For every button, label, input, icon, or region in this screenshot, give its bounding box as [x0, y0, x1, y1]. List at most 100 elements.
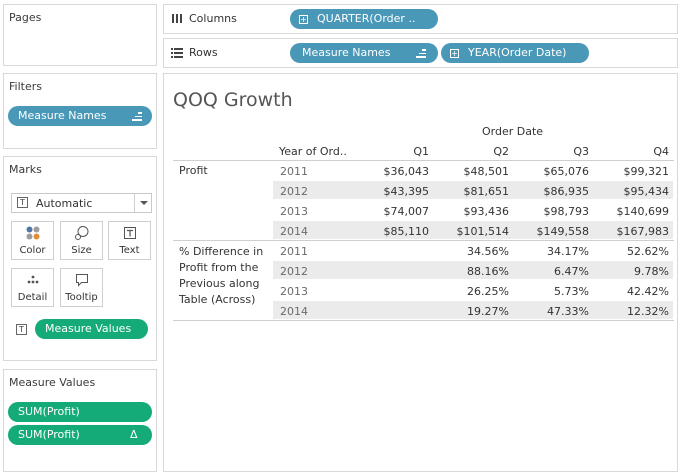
year-label[interactable]: 2012	[280, 185, 308, 198]
pct-diff-cell[interactable]: 12.32%	[601, 305, 669, 318]
tooltip-button[interactable]: Tooltip	[60, 268, 103, 307]
tooltip-button-label: Tooltip	[65, 292, 98, 303]
year-of-order-header[interactable]: Year of Ord..	[279, 145, 347, 158]
measure-name-label[interactable]: Profit	[179, 164, 208, 177]
profit-cell[interactable]: $36,043	[361, 165, 430, 178]
columns-pill-plus-icon: +	[299, 14, 308, 24]
profit-cell[interactable]: $101,514	[441, 225, 510, 238]
profit-cell[interactable]: $99,321	[601, 165, 670, 178]
measure-value-pill[interactable]: SUM(Profit) Δ	[8, 425, 152, 445]
tooltip-icon	[61, 272, 102, 288]
year-label[interactable]: 2013	[280, 205, 308, 218]
measure-name-label[interactable]: % Difference in Profit from the Previous…	[179, 244, 274, 308]
text-icon	[109, 225, 150, 241]
measure-name-line: % Difference in	[179, 245, 264, 258]
measure-name-line: Table (Across)	[179, 293, 256, 306]
text-button[interactable]: Text	[108, 221, 151, 260]
profit-cell[interactable]: $86,935	[521, 185, 590, 198]
pct-diff-cell[interactable]: 42.42%	[601, 285, 669, 298]
text-encoding-icon: T	[16, 324, 27, 335]
measure-values-title: Measure Values	[9, 376, 96, 389]
color-button[interactable]: Color	[11, 221, 54, 260]
sort-icon	[416, 49, 426, 58]
filter-pill-label: Measure Names	[18, 109, 107, 122]
pct-diff-cell[interactable]: 19.27%	[441, 305, 509, 318]
profit-cell[interactable]: $48,501	[441, 165, 510, 178]
pct-diff-cell[interactable]: 34.17%	[521, 245, 589, 258]
pct-diff-cell[interactable]: 5.73%	[521, 285, 589, 298]
measure-name-line: Profit from the	[179, 261, 259, 274]
chevron-down-icon	[140, 201, 148, 205]
rows-shelf-icon	[171, 48, 183, 59]
filters-card[interactable]: Filters Measure Names	[3, 73, 157, 149]
profit-cell[interactable]: $74,007	[361, 205, 430, 218]
profit-cell[interactable]: $98,793	[521, 205, 590, 218]
quarter-header[interactable]: Q1	[371, 145, 429, 158]
filters-title: Filters	[9, 80, 42, 93]
pages-card[interactable]: Pages	[3, 4, 157, 66]
columns-pill-quarter[interactable]: + QUARTER(Order ..	[290, 9, 438, 29]
quarter-header[interactable]: Q2	[451, 145, 509, 158]
text-mark-icon: T	[17, 197, 28, 208]
pct-diff-cell[interactable]: 52.62%	[601, 245, 669, 258]
columns-pill-label: QUARTER(Order ..	[317, 12, 416, 25]
pct-diff-cell[interactable]: 88.16%	[441, 265, 509, 278]
order-date-header: Order Date	[482, 125, 544, 138]
profit-cell[interactable]: $140,699	[601, 205, 670, 218]
text-pill-measure-values[interactable]: Measure Values	[35, 319, 148, 339]
columns-shelf[interactable]: Columns + QUARTER(Order ..	[163, 4, 678, 34]
profit-cell[interactable]: $167,983	[601, 225, 670, 238]
profit-cell[interactable]: $93,436	[441, 205, 510, 218]
measure-value-pill[interactable]: SUM(Profit)	[8, 402, 152, 422]
profit-cell[interactable]: $43,395	[361, 185, 430, 198]
measure-values-card[interactable]: Measure Values SUM(Profit) SUM(Profit) Δ	[3, 369, 157, 472]
pct-diff-cell[interactable]: 9.78%	[601, 265, 669, 278]
rows-pill-label: Measure Names	[302, 46, 391, 59]
marks-card[interactable]: Marks T Automatic Color Size Text Detail…	[3, 156, 157, 361]
pct-diff-cell[interactable]: 6.47%	[521, 265, 589, 278]
profit-cell[interactable]: $95,434	[601, 185, 670, 198]
year-label[interactable]: 2011	[280, 245, 308, 258]
filter-pill-measure-names[interactable]: Measure Names	[8, 106, 152, 126]
rows-pill-year[interactable]: + YEAR(Order Date)	[441, 43, 589, 63]
size-button[interactable]: Size	[60, 221, 103, 260]
profit-cell[interactable]: $81,651	[441, 185, 510, 198]
pct-diff-cell[interactable]: 47.33%	[521, 305, 589, 318]
measure-value-label: SUM(Profit)	[18, 428, 80, 441]
color-dots-icon	[12, 225, 53, 241]
rows-pill-plus-icon: +	[450, 48, 459, 58]
year-label[interactable]: 2013	[280, 285, 308, 298]
group-divider	[173, 240, 674, 241]
measure-name-line: Previous along	[179, 277, 260, 290]
detail-button-label: Detail	[17, 292, 48, 303]
profit-cell[interactable]: $149,558	[521, 225, 590, 238]
sort-icon	[132, 112, 142, 121]
rows-pill-year-label: YEAR(Order Date)	[468, 46, 567, 59]
pages-title: Pages	[9, 11, 42, 24]
text-button-label: Text	[119, 245, 140, 256]
view-title: QOQ Growth	[173, 89, 293, 111]
delta-icon: Δ	[130, 428, 138, 441]
rows-shelf[interactable]: Rows Measure Names + YEAR(Order Date)	[163, 38, 678, 68]
quarter-header[interactable]: Q3	[531, 145, 589, 158]
mark-type-value: Automatic	[36, 197, 93, 210]
year-label[interactable]: 2011	[280, 165, 308, 178]
year-label[interactable]: 2012	[280, 265, 308, 278]
columns-shelf-icon	[171, 13, 183, 24]
marks-title: Marks	[9, 163, 42, 176]
detail-button[interactable]: Detail	[11, 268, 54, 307]
measure-value-label: SUM(Profit)	[18, 405, 80, 418]
size-icon	[61, 225, 102, 241]
profit-cell[interactable]: $65,076	[521, 165, 590, 178]
year-label[interactable]: 2014	[280, 225, 308, 238]
columns-shelf-label: Columns	[189, 12, 237, 25]
quarter-header[interactable]: Q4	[611, 145, 669, 158]
year-label[interactable]: 2014	[280, 305, 308, 318]
text-pill-label: Measure Values	[45, 322, 132, 335]
rows-pill-measure-names[interactable]: Measure Names	[290, 43, 438, 63]
mark-type-dropdown[interactable]: T Automatic	[11, 193, 152, 213]
pct-diff-cell[interactable]: 34.56%	[441, 245, 509, 258]
pct-diff-cell[interactable]: 26.25%	[441, 285, 509, 298]
header-divider	[173, 160, 674, 161]
profit-cell[interactable]: $85,110	[361, 225, 430, 238]
